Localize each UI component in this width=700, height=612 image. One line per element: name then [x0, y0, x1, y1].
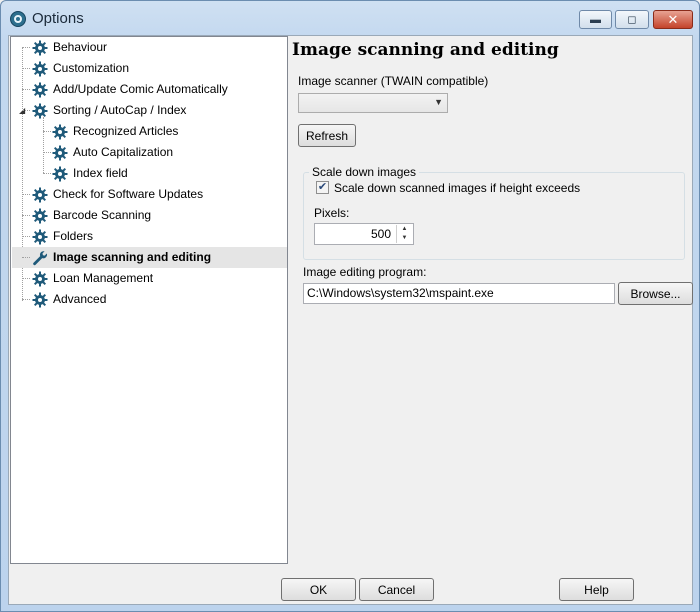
tree-item[interactable]: Index field	[52, 163, 128, 184]
tree-item-label: Check for Software Updates	[53, 187, 204, 201]
gear-icon	[32, 103, 48, 119]
tree-item-label: Recognized Articles	[73, 124, 179, 138]
window-title: Options	[32, 10, 84, 27]
tree-item[interactable]: Add/Update Comic Automatically	[32, 79, 228, 100]
scale-down-checkbox[interactable]: ✔	[316, 181, 329, 194]
tree-line	[22, 68, 30, 69]
tree-line	[22, 194, 30, 195]
minimize-icon: ▬	[590, 13, 601, 26]
scanner-label: Image scanner (TWAIN compatible)	[298, 74, 489, 88]
tree-item-label: Customization	[53, 61, 130, 75]
wrench-icon	[32, 250, 48, 266]
app-icon	[10, 11, 26, 27]
pixels-label: Pixels:	[314, 206, 350, 220]
chevron-down-icon: ▼	[434, 97, 443, 107]
tree-line	[43, 117, 44, 173]
gear-icon	[32, 40, 48, 56]
gear-icon	[32, 292, 48, 308]
stepper-up-icon[interactable]: ▲	[397, 225, 412, 234]
gear-icon	[32, 208, 48, 224]
checkmark-icon: ✔	[317, 181, 328, 193]
editing-program-label: Image editing program:	[303, 265, 427, 279]
tree-item-label: Barcode Scanning	[53, 208, 152, 222]
tree-item-label: Sorting / AutoCap / Index	[53, 103, 187, 117]
minimize-button[interactable]: ▬	[579, 10, 612, 29]
gear-icon	[32, 61, 48, 77]
gear-icon	[32, 187, 48, 203]
tree-item[interactable]: Auto Capitalization	[52, 142, 173, 163]
pixels-stepper[interactable]: 500 ▲ ▼	[314, 223, 414, 245]
gear-icon	[52, 166, 68, 182]
ok-button[interactable]: OK	[281, 578, 356, 601]
tree-line	[22, 215, 30, 216]
refresh-button[interactable]: Refresh	[298, 124, 356, 147]
tree-line	[43, 173, 51, 174]
scanner-select[interactable]: ▼	[298, 93, 448, 113]
tree-item[interactable]: Customization	[32, 58, 129, 79]
tree-line	[22, 47, 30, 48]
panel-title: Image scanning and editing	[292, 40, 559, 60]
editing-program-field[interactable]: C:\Windows\system32\mspaint.exe	[303, 283, 615, 304]
maximize-button[interactable]: ◻	[615, 10, 649, 29]
gear-icon	[32, 82, 48, 98]
tree-item[interactable]: Check for Software Updates	[32, 184, 203, 205]
scale-checkbox-label[interactable]: Scale down scanned images if height exce…	[334, 181, 580, 195]
tree-item-label: Image scanning and editing	[53, 250, 212, 264]
gear-icon	[52, 145, 68, 161]
tree-item[interactable]: Behaviour	[32, 37, 107, 58]
dialog-footer: OK Cancel Help	[9, 564, 692, 604]
dialog-client-area: ◢ Behaviour Customization Add/Update Comic…	[8, 35, 693, 605]
gear-icon	[32, 229, 48, 245]
stepper-down-icon[interactable]: ▼	[397, 234, 412, 243]
tree-item-label: Behaviour	[53, 40, 108, 54]
tree-line	[43, 152, 51, 153]
gear-icon	[32, 271, 48, 287]
tree-line	[22, 89, 30, 90]
tree-item[interactable]: Loan Management	[32, 268, 153, 289]
options-window: Options ▬ ◻ ✕ ◢ Behaviour Customization Ad…	[0, 0, 700, 612]
scale-group-title: Scale down images	[309, 165, 420, 179]
tree-line	[22, 236, 30, 237]
options-tree[interactable]: ◢ Behaviour Customization Add/Update Comic…	[10, 36, 288, 564]
tree-item-label: Auto Capitalization	[73, 145, 174, 159]
tree-item[interactable]: Barcode Scanning	[32, 205, 151, 226]
browse-button[interactable]: Browse...	[618, 282, 693, 305]
title-bar[interactable]: Options ▬ ◻ ✕	[1, 1, 699, 37]
settings-panel: Image scanning and editing Image scanner…	[292, 36, 693, 564]
tree-line	[22, 299, 30, 300]
tree-item[interactable]: Folders	[32, 226, 93, 247]
tree-item[interactable]: Image scanning and editing	[12, 247, 287, 268]
tree-line	[22, 110, 30, 111]
tree-item-label: Loan Management	[53, 271, 154, 285]
tree-item-label: Folders	[53, 229, 94, 243]
maximize-icon: ◻	[627, 14, 637, 26]
tree-item[interactable]: Recognized Articles	[52, 121, 178, 142]
gear-icon	[52, 124, 68, 140]
cancel-button[interactable]: Cancel	[359, 578, 434, 601]
pixels-value[interactable]: 500	[371, 227, 391, 241]
tree-item[interactable]: Advanced	[32, 289, 106, 310]
tree-line	[43, 131, 51, 132]
help-button[interactable]: Help	[559, 578, 634, 601]
close-icon: ✕	[667, 11, 679, 27]
tree-item[interactable]: Sorting / AutoCap / Index	[32, 100, 186, 121]
close-button[interactable]: ✕	[653, 10, 693, 29]
stepper-buttons: ▲ ▼	[396, 225, 412, 243]
tree-item-label: Add/Update Comic Automatically	[53, 82, 228, 96]
tree-item-label: Index field	[73, 166, 128, 180]
tree-line	[22, 257, 30, 258]
tree-item-label: Advanced	[53, 292, 107, 306]
tree-line	[22, 278, 30, 279]
